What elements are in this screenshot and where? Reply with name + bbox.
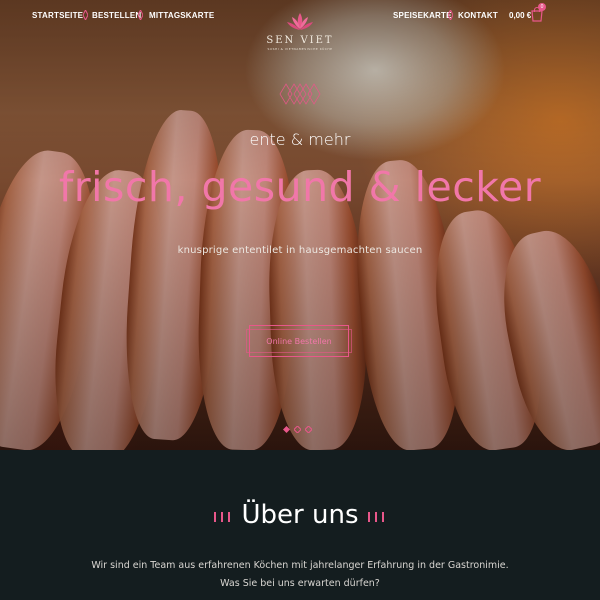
about-title-row: Über uns <box>0 500 600 536</box>
slider-pagination <box>283 426 312 433</box>
nav-item-startseite[interactable]: STARTSEITE <box>32 11 83 20</box>
logo-name: SEN VIET <box>266 35 334 46</box>
slide-dot-1[interactable] <box>283 426 290 433</box>
hero-headline: frisch, gesund & lecker <box>58 163 542 211</box>
nav-separator-icon <box>138 10 143 20</box>
nav-separator-icon <box>448 10 453 20</box>
pink-bars-right-icon <box>368 512 384 522</box>
hero-kicker: ente & mehr <box>249 130 351 149</box>
about-text: Wir sind ein Team aus erfahrenen Köchen … <box>91 560 509 589</box>
diamond-pattern-icon <box>279 83 321 105</box>
nav-item-bestellen[interactable]: BESTELLEN <box>92 11 141 20</box>
site-logo[interactable]: SEN VIET SUSHI & VIETNAMESISCHE KÜCHE <box>250 12 350 72</box>
about-title: Über uns <box>241 500 359 530</box>
nav-item-speisekarte[interactable]: SPEISEKARTE <box>393 11 452 20</box>
nav-item-kontakt[interactable]: KONTAKT <box>458 11 498 20</box>
online-order-button[interactable]: Online Bestellen <box>246 325 352 357</box>
nav-separator-icon <box>83 10 88 20</box>
about-section: Über uns Wir sind ein Team aus erfahrene… <box>0 450 600 600</box>
nav-item-mittagskarte[interactable]: MITTAGSKARTE <box>149 11 214 20</box>
lotus-icon <box>287 13 313 30</box>
logo-tagline: SUSHI & VIETNAMESISCHE KÜCHE <box>267 47 333 51</box>
cart-total[interactable]: 0,00 € <box>509 11 531 20</box>
slide-dot-2[interactable] <box>294 426 301 433</box>
slide-dot-3[interactable] <box>305 426 312 433</box>
hero-subline: knusprige ententilet in hausgemachten sa… <box>177 245 423 256</box>
cart-count-badge: 0 <box>538 3 546 11</box>
